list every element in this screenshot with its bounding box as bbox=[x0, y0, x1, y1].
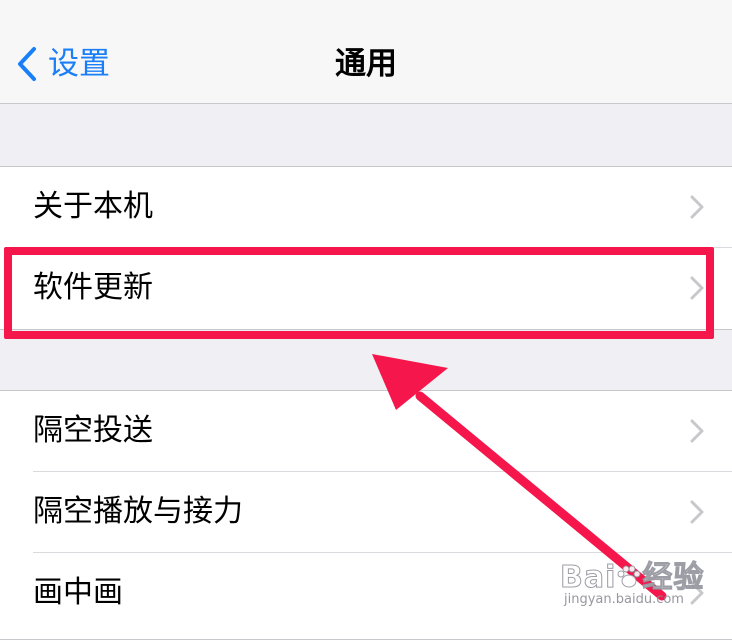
chevron-right-icon bbox=[690, 500, 704, 524]
list-item-label: 隔空播放与接力 bbox=[33, 494, 243, 529]
chevron-right-icon bbox=[690, 419, 704, 443]
chevron-right-icon bbox=[690, 276, 704, 300]
navigation-bar: 设置 通用 bbox=[0, 0, 732, 104]
list-item-airdrop[interactable]: 隔空投送 bbox=[0, 391, 732, 471]
list-item-picture-in-picture[interactable]: 画中画 bbox=[0, 553, 732, 633]
chevron-right-icon bbox=[690, 581, 704, 605]
list-item-about[interactable]: 关于本机 bbox=[0, 167, 732, 247]
chevron-right-icon bbox=[690, 195, 704, 219]
list-item-label: 画中画 bbox=[33, 575, 123, 610]
list-item-label: 软件更新 bbox=[33, 270, 153, 305]
settings-group-2: 隔空投送 隔空播放与接力 画中画 bbox=[0, 390, 732, 640]
page-title: 通用 bbox=[335, 46, 397, 82]
list-item-label: 关于本机 bbox=[33, 189, 153, 224]
list-item-airplay-handoff[interactable]: 隔空播放与接力 bbox=[0, 472, 732, 552]
list-item-label: 隔空投送 bbox=[33, 413, 153, 448]
settings-group-1: 关于本机 软件更新 bbox=[0, 166, 732, 330]
list-item-software-update[interactable]: 软件更新 bbox=[0, 248, 732, 328]
